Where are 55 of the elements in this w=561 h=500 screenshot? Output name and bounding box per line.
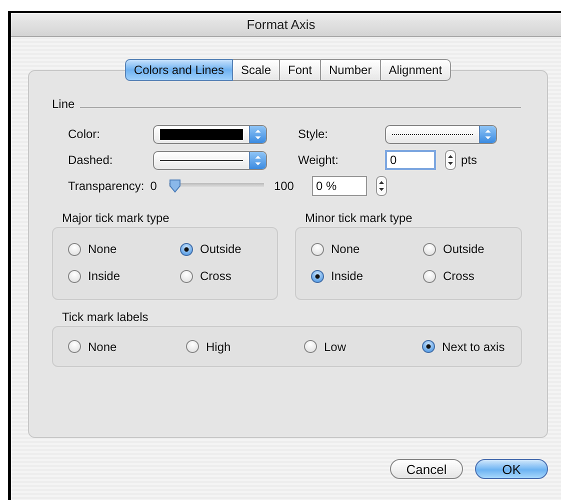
radio-button[interactable] xyxy=(311,270,324,282)
dropdown-arrows-icon xyxy=(249,126,266,142)
radio-button[interactable] xyxy=(311,242,324,256)
radio-option[interactable]: Outside xyxy=(423,240,523,258)
stepper-icon[interactable] xyxy=(376,176,387,196)
radio-button[interactable] xyxy=(180,242,193,256)
group-title: Tick mark labels xyxy=(62,310,150,325)
radio-option[interactable]: Cross xyxy=(180,267,280,285)
radio-option[interactable]: High xyxy=(186,338,304,356)
color-dropdown[interactable] xyxy=(153,124,267,144)
radio-button[interactable] xyxy=(68,270,81,282)
group-title: Major tick mark type xyxy=(62,211,170,226)
slider-max-label: 100 xyxy=(274,179,294,193)
style-dropdown[interactable] xyxy=(385,124,497,144)
unit-label: pts xyxy=(461,153,478,167)
radio-button[interactable] xyxy=(304,340,317,353)
tab[interactable]: Colors and Lines xyxy=(124,59,233,81)
group-title: Minor tick mark type xyxy=(305,211,414,226)
radio-option[interactable]: Cross xyxy=(423,267,523,285)
radio-button[interactable] xyxy=(186,340,199,353)
slider-min-label: 0 xyxy=(150,179,157,193)
section-title: Line xyxy=(52,97,75,111)
field-label: Dashed: xyxy=(68,153,114,167)
field-label: Color: xyxy=(68,127,102,141)
tab[interactable]: Number xyxy=(321,59,381,81)
radio-button[interactable] xyxy=(422,340,435,353)
radio-option[interactable]: Low xyxy=(304,338,422,356)
radio-button[interactable] xyxy=(68,340,81,353)
stepper-icon[interactable] xyxy=(445,150,456,170)
tab[interactable]: Scale xyxy=(232,59,280,81)
window-title: Format Axis xyxy=(246,17,316,32)
radio-button[interactable] xyxy=(423,242,436,256)
ok-button[interactable]: OK xyxy=(475,459,548,479)
radio-button[interactable] xyxy=(423,270,436,282)
tab[interactable]: Alignment xyxy=(380,59,452,81)
radio-option[interactable]: None xyxy=(311,240,423,258)
radio-option[interactable]: Inside xyxy=(311,267,423,285)
radio-option[interactable]: None xyxy=(68,240,180,258)
radio-option[interactable]: Outside xyxy=(180,240,280,258)
tab[interactable]: Font xyxy=(280,59,322,81)
dropdown-arrows-icon xyxy=(479,126,496,142)
field-label: Weight: xyxy=(298,153,340,167)
transparency-input[interactable]: 0 % xyxy=(312,176,367,196)
radio-option[interactable]: Inside xyxy=(68,267,180,285)
field-label: Transparency: xyxy=(68,179,144,193)
radio-option[interactable]: Next to axis xyxy=(422,338,505,356)
radio-button[interactable] xyxy=(180,270,193,282)
weight-input[interactable]: 0 xyxy=(385,150,436,170)
cancel-button[interactable]: Cancel xyxy=(390,459,463,479)
radio-option[interactable]: None xyxy=(68,338,186,356)
radio-button[interactable] xyxy=(68,242,81,256)
field-label: Style: xyxy=(298,127,330,141)
slider-thumb[interactable] xyxy=(168,179,181,193)
dropdown-arrows-icon xyxy=(249,152,266,168)
dash-dropdown[interactable] xyxy=(153,150,267,170)
